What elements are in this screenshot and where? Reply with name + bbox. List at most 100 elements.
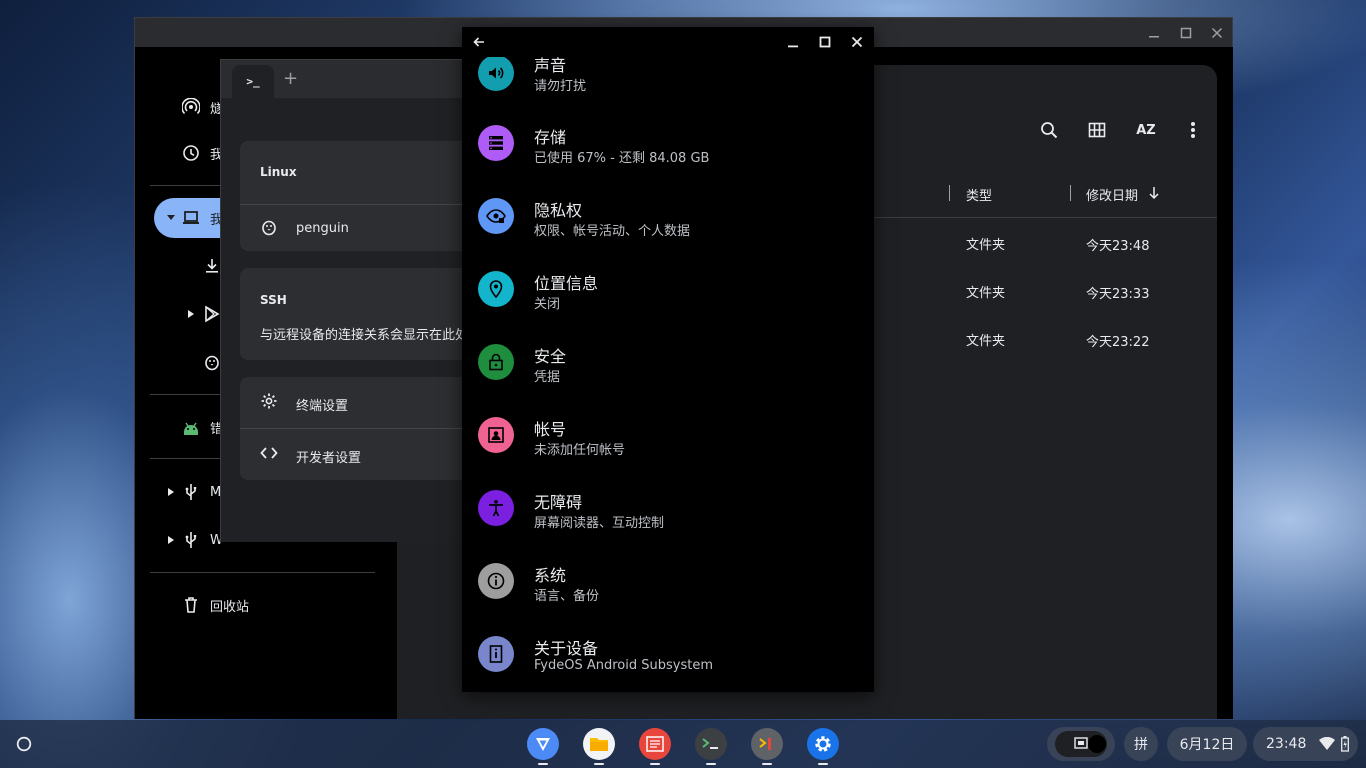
terminal-app-icon[interactable] — [695, 728, 727, 760]
settings-app-icon[interactable] — [807, 728, 839, 760]
clock-time: 23:48 — [1266, 736, 1307, 752]
settings-item-storage[interactable]: 存储 已使用 67% - 还剩 84.08 GB — [462, 116, 874, 189]
usb-icon — [182, 483, 200, 501]
wifi-icon — [1319, 737, 1335, 751]
settings-item-title: 关于设备 — [534, 639, 599, 658]
privacy-icon — [478, 198, 514, 234]
battery-icon — [1341, 736, 1349, 752]
settings-item-accessibility[interactable]: 无障碍 屏幕阅读器、互动控制 — [462, 481, 874, 554]
sort-down-arrow-icon — [1148, 186, 1160, 200]
row-modified: 今天23:33 — [1086, 287, 1150, 302]
download-icon — [203, 257, 221, 275]
settings-item-subtitle: 屏幕阅读器、互动控制 — [534, 516, 665, 531]
settings-item-subtitle: 未添加任何帐号 — [534, 443, 626, 458]
crostini-app-icon[interactable] — [751, 728, 783, 760]
expand-arrow-icon[interactable] — [188, 310, 194, 318]
close-icon[interactable] — [848, 33, 866, 51]
accessibility-icon — [478, 490, 514, 526]
terminal-tab[interactable]: >_ — [232, 65, 274, 98]
settings-item-privacy[interactable]: 隐私权 权限、帐号活动、个人数据 — [462, 189, 874, 262]
status-area[interactable]: 23:48 — [1253, 727, 1358, 761]
minimize-icon[interactable] — [1145, 24, 1163, 42]
fydeos-app-icon[interactable] — [527, 728, 559, 760]
settings-item-subtitle: 已使用 67% - 还剩 84.08 GB — [534, 151, 710, 166]
sort-button[interactable]: AZ — [1134, 118, 1158, 142]
location-icon — [478, 271, 514, 307]
row-type: 文件夹 — [966, 334, 1006, 349]
shelf — [0, 720, 1366, 768]
expand-arrow-icon[interactable] — [168, 488, 174, 496]
settings-item-title: 无障碍 — [534, 493, 583, 512]
expand-arrow-icon[interactable] — [168, 536, 174, 544]
linux-card: Linux penguin — [240, 141, 465, 251]
row-type: 文件夹 — [966, 286, 1006, 301]
files-app-icon[interactable] — [583, 728, 615, 760]
settings-item-title: 安全 — [534, 347, 567, 366]
launcher-button[interactable] — [8, 728, 40, 760]
ssh-empty-text: 与远程设备的连接关系会显示在此处 — [260, 328, 465, 343]
broadcast-icon — [182, 98, 200, 116]
usb-icon — [182, 531, 200, 549]
linux-title: Linux — [260, 165, 297, 179]
more-menu-icon[interactable] — [1181, 118, 1205, 142]
date-indicator[interactable]: 6月12日 — [1167, 727, 1247, 761]
settings-item-location[interactable]: 位置信息 关闭 — [462, 262, 874, 335]
minimize-icon[interactable] — [784, 33, 802, 51]
text-editor-app-icon[interactable] — [639, 728, 671, 760]
trash-icon — [182, 596, 200, 614]
settings-item-subtitle: 请勿打扰 — [534, 79, 587, 94]
search-icon[interactable] — [1037, 118, 1061, 142]
settings-item-title: 帐号 — [534, 420, 567, 439]
settings-card: 终端设置 开发者设置 — [240, 377, 465, 480]
settings-item-about-device[interactable]: 关于设备 FydeOS Android Subsystem — [462, 627, 874, 692]
row-type: 文件夹 — [966, 238, 1006, 253]
settings-titlebar — [462, 27, 874, 57]
penguin-container-link[interactable]: penguin — [296, 221, 349, 236]
settings-item-system[interactable]: 系统 语言、备份 — [462, 554, 874, 627]
lock-icon — [478, 344, 514, 380]
ssh-card: SSH 与远程设备的连接关系会显示在此处 — [240, 268, 465, 360]
info-icon — [478, 563, 514, 599]
play-store-icon — [203, 305, 221, 323]
settings-item-security[interactable]: 安全 凭据 — [462, 335, 874, 408]
terminal-window: >_ + Linux penguin SSH 与远程设备的连接关系会显示在此处 … — [220, 59, 465, 542]
settings-item-subtitle: 凭据 — [534, 370, 561, 385]
terminal-settings-link[interactable]: 终端设置 — [296, 395, 348, 414]
column-header-modified[interactable]: 修改日期 — [1086, 185, 1138, 204]
volume-icon — [478, 55, 514, 91]
expand-arrow-icon[interactable] — [167, 213, 175, 221]
screen-capture-icon — [1055, 731, 1107, 757]
code-icon — [260, 444, 278, 462]
maximize-icon[interactable] — [816, 33, 834, 51]
column-header-type[interactable]: 类型 — [966, 185, 992, 204]
stylus-tray[interactable] — [1047, 727, 1115, 761]
storage-icon — [478, 125, 514, 161]
close-icon[interactable] — [1208, 24, 1226, 42]
terminal-tabbar: >_ + — [221, 60, 465, 98]
laptop-icon — [182, 209, 200, 227]
gear-icon — [260, 392, 278, 410]
settings-item-subtitle: 权限、帐号活动、个人数据 — [534, 224, 691, 239]
row-modified: 今天23:48 — [1086, 239, 1150, 254]
clock-icon — [182, 144, 200, 162]
penguin-icon — [260, 218, 278, 236]
maximize-icon[interactable] — [1177, 24, 1195, 42]
ime-indicator[interactable]: 拼 — [1124, 727, 1158, 761]
settings-item-subtitle: 关闭 — [534, 297, 561, 312]
settings-item-subtitle: 语言、备份 — [534, 589, 600, 604]
device-icon — [478, 636, 514, 672]
grid-view-icon[interactable] — [1085, 118, 1109, 142]
ssh-title: SSH — [260, 293, 287, 307]
android-icon — [182, 418, 200, 436]
developer-settings-link[interactable]: 开发者设置 — [296, 447, 361, 466]
new-tab-button[interactable]: + — [283, 68, 298, 89]
back-arrow-icon[interactable] — [470, 33, 488, 51]
settings-item-title: 位置信息 — [534, 274, 599, 293]
penguin-icon — [203, 353, 221, 371]
settings-item-accounts[interactable]: 帐号 未添加任何帐号 — [462, 408, 874, 481]
settings-item-title: 隐私权 — [534, 201, 583, 220]
settings-item-title: 存储 — [534, 128, 567, 147]
settings-item-title: 系统 — [534, 566, 567, 585]
android-settings-window: 声音 请勿打扰 存储 已使用 67% - 还剩 84.08 GB 隐私权 权限、… — [462, 27, 874, 692]
row-modified: 今天23:22 — [1086, 335, 1150, 350]
